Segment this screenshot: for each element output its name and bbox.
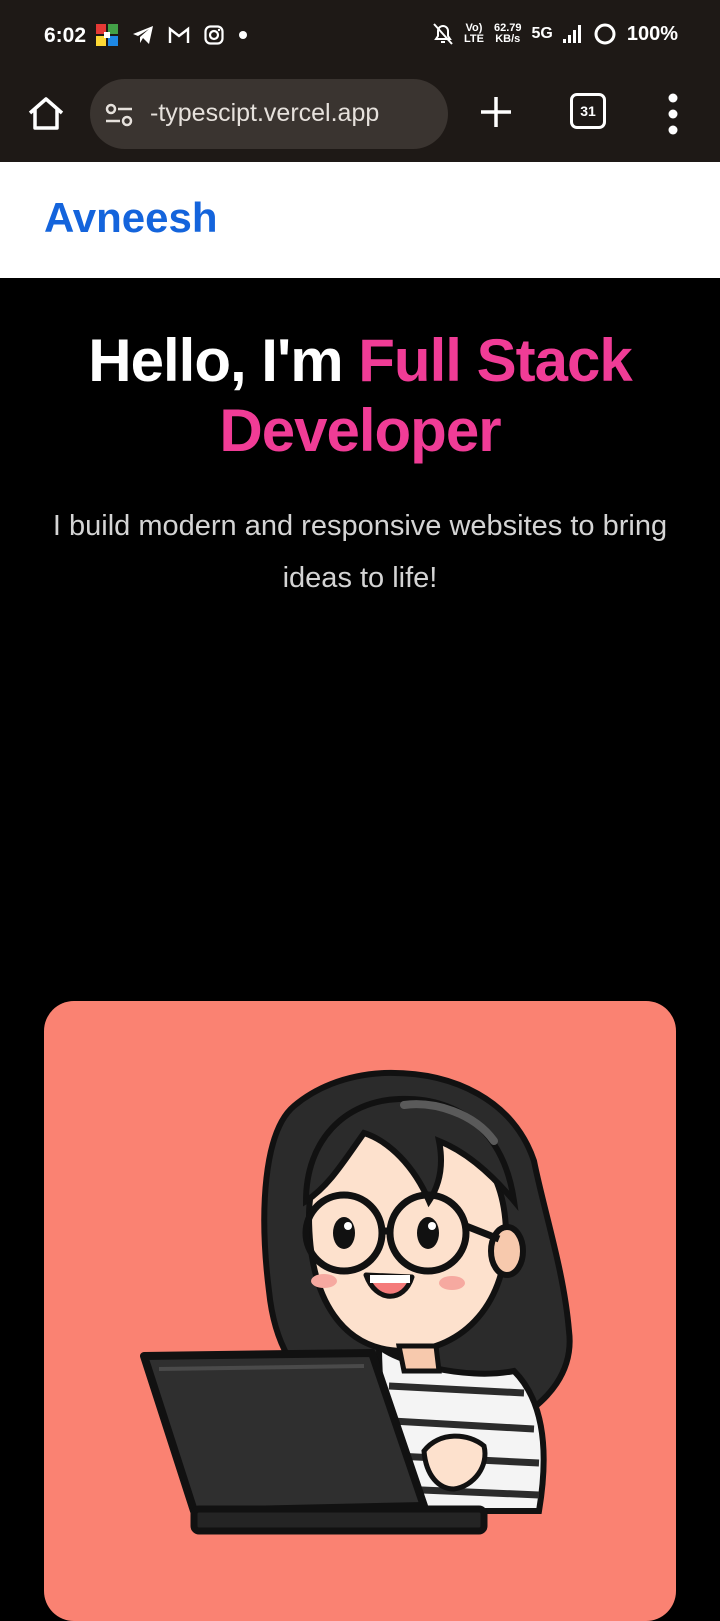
speed-unit: KB/s: [495, 33, 521, 45]
status-time: 6:02: [44, 24, 87, 47]
illustration-card: [44, 1001, 676, 1621]
ludo-game-icon: [96, 24, 118, 46]
home-icon[interactable]: [26, 94, 66, 134]
telegram-icon: [133, 26, 153, 44]
notification-icons: [96, 24, 248, 46]
hero-subtitle: I build modern and responsive websites t…: [52, 510, 668, 594]
mute-bell-icon: [433, 23, 453, 45]
system-indicators: Vo) LTE 62.79 KB/s 5G 100%: [432, 22, 678, 46]
address-bar[interactable]: -typescipt.vercel.app: [90, 79, 448, 149]
tab-switcher-icon[interactable]: 31: [570, 93, 606, 129]
status-bar: 6:02 Vo) LTE 62.79 KB/s 5G 100%: [0, 0, 720, 76]
new-tab-plus-icon[interactable]: [478, 94, 514, 130]
hero-title: Hello, I'm Full Stack Developer: [40, 326, 680, 466]
volte-indicator: Vo) LTE: [464, 23, 484, 45]
site-header: Avneesh: [0, 162, 720, 278]
tab-count: 31: [580, 103, 596, 119]
gmail-icon: [168, 26, 190, 43]
instagram-icon: [204, 25, 224, 45]
brand-logo-link[interactable]: Avneesh: [44, 194, 218, 242]
hero-section: Hello, I'm Full Stack Developer I build …: [0, 278, 720, 604]
more-menu-icon[interactable]: [667, 92, 679, 136]
battery-level: 100%: [626, 22, 678, 45]
hero-title-prefix: Hello, I'm: [88, 327, 343, 394]
notification-dot-icon: [239, 31, 247, 39]
data-speed: 62.79 KB/s: [494, 23, 522, 45]
network-type: 5G: [531, 25, 553, 42]
battery-ring-icon: [594, 23, 616, 45]
lte-label: LTE: [464, 33, 484, 45]
signal-icon: [562, 25, 581, 43]
girl-laptop-illustration: [140, 1069, 573, 1535]
site-settings-icon[interactable]: [104, 103, 134, 127]
browser-toolbar: -typescipt.vercel.app 31: [0, 76, 720, 162]
url-text[interactable]: -typescipt.vercel.app: [150, 99, 379, 128]
